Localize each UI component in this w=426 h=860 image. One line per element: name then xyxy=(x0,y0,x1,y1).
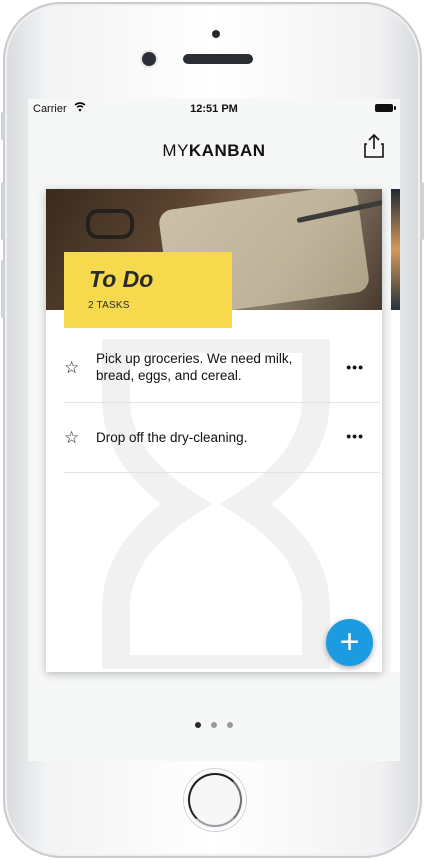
proximity-sensor xyxy=(212,30,220,38)
battery-icon xyxy=(375,104,396,112)
task-text: Pick up groceries. We need milk, bread, … xyxy=(96,351,293,383)
page-dot[interactable] xyxy=(195,722,201,728)
power-button xyxy=(420,182,424,240)
app-title-light: MY xyxy=(162,141,189,160)
column-title: To Do xyxy=(89,266,154,292)
volume-down-button xyxy=(1,260,5,318)
app-title: MYKANBAN xyxy=(28,141,400,161)
more-icon[interactable]: ••• xyxy=(346,428,364,444)
page-dot[interactable] xyxy=(211,722,217,728)
mute-switch xyxy=(1,112,5,140)
cover-glasses xyxy=(86,209,134,239)
more-icon[interactable]: ••• xyxy=(346,359,364,375)
task-item[interactable]: ☆ Drop off the dry-cleaning. ••• xyxy=(64,403,380,473)
kanban-column-card: To Do 2 TASKS ☆ Pick up groceries. We ne… xyxy=(46,189,382,672)
task-item[interactable]: ☆ Pick up groceries. We need milk, bread… xyxy=(64,339,380,403)
home-button[interactable] xyxy=(184,769,246,831)
star-icon[interactable]: ☆ xyxy=(64,358,79,378)
task-count: 2 TASKS xyxy=(88,300,130,311)
app-title-bold: KANBAN xyxy=(188,141,266,160)
status-time: 12:51 PM xyxy=(190,103,238,115)
star-icon[interactable]: ☆ xyxy=(64,428,79,448)
task-text: Drop off the dry-cleaning. xyxy=(96,430,248,445)
add-task-button[interactable]: + xyxy=(326,619,373,666)
page-dot[interactable] xyxy=(227,722,233,728)
page-indicator[interactable] xyxy=(28,715,400,733)
next-column-card-peek[interactable] xyxy=(391,189,400,672)
front-camera xyxy=(142,52,156,66)
next-column-cover-image xyxy=(391,189,400,310)
share-icon[interactable] xyxy=(362,133,386,159)
column-title-box[interactable]: To Do 2 TASKS xyxy=(64,252,232,328)
screen: Carrier 12:51 PM MYKANBAN To Do 2 TASKS … xyxy=(28,99,400,761)
earpiece-speaker xyxy=(183,54,253,64)
volume-up-button xyxy=(1,182,5,240)
status-bar: Carrier 12:51 PM xyxy=(28,99,400,119)
